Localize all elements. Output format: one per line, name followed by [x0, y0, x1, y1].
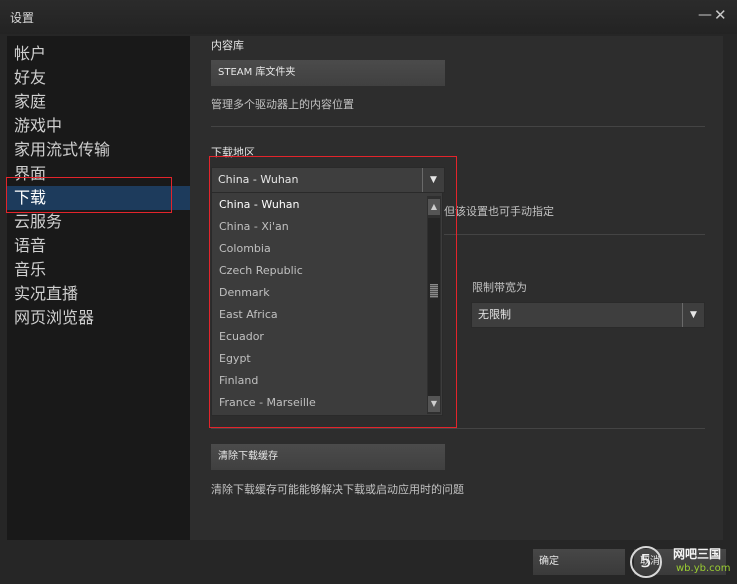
- sidebar-item-cloud[interactable]: 云服务: [7, 210, 190, 234]
- download-region-title: 下载地区: [211, 146, 255, 159]
- watermark-site-name: 网吧三国: [673, 547, 722, 561]
- content-library-title: 内容库: [211, 39, 244, 52]
- scroll-down-icon[interactable]: ▼: [428, 396, 440, 412]
- content-library-desc: 管理多个驱动器上的内容位置: [211, 98, 354, 111]
- ok-button[interactable]: 确定: [533, 549, 625, 575]
- window-title: 设置: [10, 11, 35, 25]
- separator: [211, 428, 705, 429]
- grip-icon: [430, 284, 438, 298]
- region-option[interactable]: East Africa: [219, 308, 278, 322]
- sidebar-item-family[interactable]: 家庭: [7, 90, 190, 114]
- bandwidth-value: 无限制: [478, 308, 511, 321]
- title-bar: 设置 — ✕: [0, 0, 737, 34]
- separator: [444, 234, 705, 235]
- clear-download-cache-button[interactable]: 清除下载缓存: [211, 444, 445, 470]
- bandwidth-select[interactable]: 无限制 ▼: [471, 302, 705, 328]
- separator: [211, 126, 705, 127]
- sidebar-item-web-browser[interactable]: 网页浏览器: [7, 306, 190, 330]
- region-option[interactable]: Ecuador: [219, 330, 264, 344]
- chevron-down-icon[interactable]: ▼: [422, 168, 444, 192]
- chevron-down-icon[interactable]: ▼: [682, 303, 704, 327]
- steam-library-folders-button[interactable]: STEAM 库文件夹: [211, 60, 445, 86]
- scrollbar-thumb[interactable]: [428, 218, 440, 396]
- sidebar-item-remote-play[interactable]: 家用流式传输: [7, 138, 190, 162]
- clear-cache-desc: 清除下载缓存可能能够解决下载或启动应用时的问题: [211, 483, 464, 496]
- region-option[interactable]: France - Marseille: [219, 396, 316, 410]
- bandwidth-label: 限制带宽为: [472, 281, 527, 294]
- region-option[interactable]: Colombia: [219, 242, 271, 256]
- region-option[interactable]: China - Wuhan: [219, 198, 300, 212]
- sidebar-item-friends[interactable]: 好友: [7, 66, 190, 90]
- download-region-hint: 但该设置也可手动指定: [444, 205, 554, 218]
- scroll-up-icon[interactable]: ▲: [428, 199, 440, 215]
- region-option[interactable]: Egypt: [219, 352, 251, 366]
- watermark-logo-icon: 5: [630, 546, 662, 578]
- watermark-domain: wb.yb.com: [676, 563, 731, 574]
- region-option[interactable]: Czech Republic: [219, 264, 303, 278]
- region-option[interactable]: Denmark: [219, 286, 270, 300]
- close-icon[interactable]: ✕: [714, 7, 727, 23]
- region-option[interactable]: Finland: [219, 374, 258, 388]
- sidebar-item-interface[interactable]: 界面: [7, 162, 190, 186]
- sidebar-item-in-game[interactable]: 游戏中: [7, 114, 190, 138]
- settings-sidebar: 帐户 好友 家庭 游戏中 家用流式传输 界面 下载 云服务 语音 音乐 实况直播…: [7, 36, 190, 540]
- sidebar-item-broadcasting[interactable]: 实况直播: [7, 282, 190, 306]
- sidebar-item-voice[interactable]: 语音: [7, 234, 190, 258]
- region-option[interactable]: China - Xi'an: [219, 220, 289, 234]
- dropdown-scrollbar[interactable]: ▲ ▼: [427, 196, 441, 414]
- sidebar-item-account[interactable]: 帐户: [7, 42, 190, 66]
- sidebar-item-music[interactable]: 音乐: [7, 258, 190, 282]
- download-region-value: China - Wuhan: [218, 173, 299, 186]
- minimize-icon[interactable]: —: [698, 7, 712, 23]
- sidebar-item-downloads[interactable]: 下载: [7, 186, 190, 210]
- download-region-select[interactable]: China - Wuhan ▼: [211, 167, 445, 193]
